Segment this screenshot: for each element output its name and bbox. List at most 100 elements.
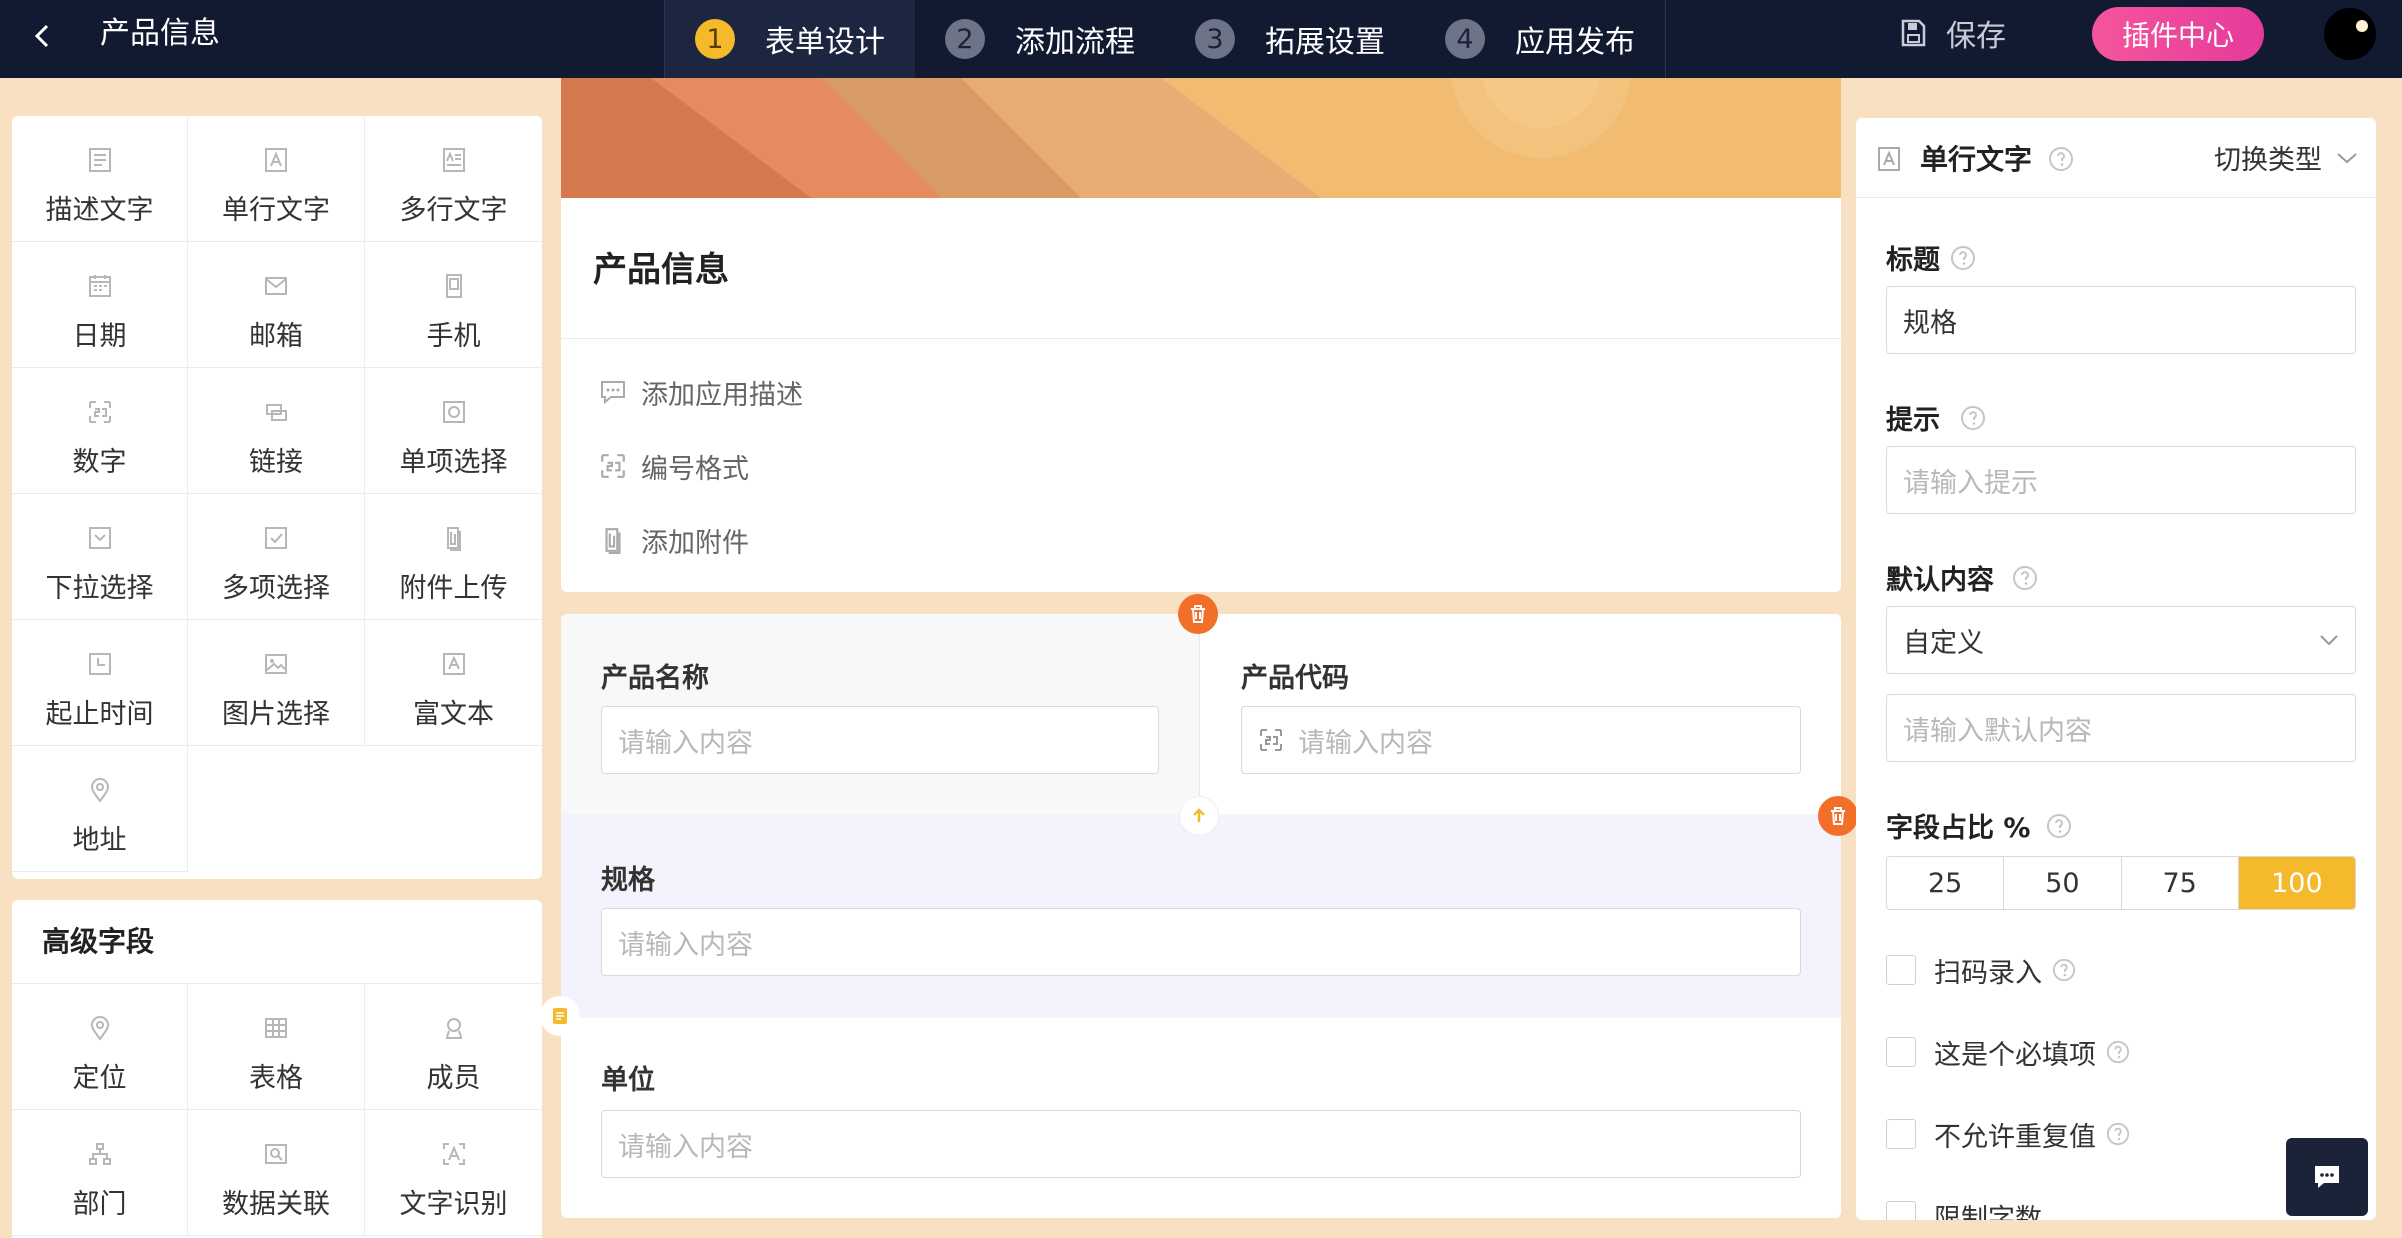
palette-item-label: 多项选择 xyxy=(222,573,330,604)
default-content-input[interactable]: 请输入默认内容 xyxy=(1886,694,2356,762)
palette-item-phone[interactable]: 手机 xyxy=(365,242,542,368)
scan-input-checkbox[interactable]: 扫码录入 xyxy=(1886,950,2076,990)
palette-item-attachment[interactable]: 附件上传 xyxy=(365,494,542,620)
palette-item-ocr[interactable]: 文字识别 xyxy=(365,1110,542,1236)
form-title[interactable]: 产品信息 xyxy=(593,242,729,291)
checkbox-box[interactable] xyxy=(1886,1119,1916,1149)
product-name-input[interactable]: 请输入内容 xyxy=(601,706,1159,774)
delete-selected-field-button[interactable] xyxy=(1818,796,1858,836)
palette-item-description[interactable]: 描述文字 xyxy=(12,116,188,242)
field-product-name[interactable]: 产品名称 请输入内容 xyxy=(561,614,1200,814)
ratio-option-25[interactable]: 25 xyxy=(1887,857,2005,909)
step-publish[interactable]: 4 应用发布 xyxy=(1415,0,1665,78)
trash-icon xyxy=(1831,807,1845,825)
delete-field-button[interactable] xyxy=(1178,594,1218,634)
chat-support-button[interactable] xyxy=(2286,1138,2368,1216)
default-mode-select[interactable]: 自定义 xyxy=(1886,606,2356,674)
help-icon[interactable] xyxy=(2012,565,2038,591)
input-placeholder: 请输入默认内容 xyxy=(1903,715,2092,747)
palette-item-data-link[interactable]: 数据关联 xyxy=(188,1110,365,1236)
location-pin-icon xyxy=(86,776,114,804)
textarea-icon xyxy=(440,146,468,174)
palette-item-multi-choice[interactable]: 多项选择 xyxy=(188,494,365,620)
help-icon[interactable] xyxy=(2106,1122,2130,1146)
help-icon[interactable] xyxy=(2046,813,2072,839)
limit-length-checkbox[interactable]: 限制字数 xyxy=(1886,1196,2042,1220)
palette-item-single-line[interactable]: 单行文字 xyxy=(188,116,365,242)
back-button[interactable] xyxy=(22,16,62,56)
step-form-design[interactable]: 1 表单设计 xyxy=(665,0,915,78)
palette-item-time-range[interactable]: 起止时间 xyxy=(12,620,188,746)
checkbox-box[interactable] xyxy=(1886,1037,1916,1067)
step-label: 应用发布 xyxy=(1515,25,1635,60)
palette-item-label: 手机 xyxy=(426,321,481,352)
palette-item-date[interactable]: 日期 xyxy=(12,242,188,368)
help-icon[interactable] xyxy=(2106,1040,2130,1064)
required-checkbox[interactable]: 这是个必填项 xyxy=(1886,1032,2130,1072)
palette-item-table[interactable]: 表格 xyxy=(188,984,365,1110)
palette-item-dropdown[interactable]: 下拉选择 xyxy=(12,494,188,620)
copy-field-button[interactable] xyxy=(540,996,580,1036)
palette-item-multi-line[interactable]: 多行文字 xyxy=(365,116,542,242)
palette-item-number[interactable]: 数字 xyxy=(12,368,188,494)
palette-item-rich-text[interactable]: 富文本 xyxy=(365,620,542,746)
help-icon[interactable] xyxy=(1960,405,1986,431)
help-icon[interactable] xyxy=(1950,245,1976,271)
field-label: 单位 xyxy=(601,1065,655,1096)
add-attachment-link[interactable]: 添加附件 xyxy=(599,520,749,560)
chevron-down-icon xyxy=(2320,635,2338,646)
phone-icon xyxy=(440,272,468,300)
palette-item-label: 文字识别 xyxy=(399,1189,508,1220)
save-button[interactable]: 保存 xyxy=(1900,10,2006,56)
input-placeholder: 请输入内容 xyxy=(618,929,753,961)
avatar[interactable] xyxy=(2324,8,2376,60)
no-duplicate-checkbox[interactable]: 不允许重复值 xyxy=(1886,1114,2130,1154)
advanced-field-palette: 高级字段 定位 表格 成员 部门 数据关联 文字识别 xyxy=(12,900,542,1238)
palette-item-label: 下拉选择 xyxy=(45,573,154,604)
title-input[interactable]: 规格 xyxy=(1886,286,2356,354)
palette-item-email[interactable]: 邮箱 xyxy=(188,242,365,368)
checkbox-box[interactable] xyxy=(1886,1201,1916,1220)
number-icon xyxy=(1260,729,1282,751)
add-app-description-link[interactable]: 添加应用描述 xyxy=(599,372,803,412)
copy-icon xyxy=(553,1008,567,1024)
ratio-option-75[interactable]: 75 xyxy=(2122,857,2239,909)
help-icon[interactable] xyxy=(2048,146,2074,176)
field-spec-selected[interactable]: 规格 请输入内容 xyxy=(561,814,1841,1018)
palette-item-image[interactable]: 图片选择 xyxy=(188,620,365,746)
palette-item-single-choice[interactable]: 单项选择 xyxy=(365,368,542,494)
input-placeholder: 请输入内容 xyxy=(618,727,753,759)
ratio-option-50[interactable]: 50 xyxy=(2004,857,2122,909)
palette-item-label: 链接 xyxy=(249,447,303,478)
palette-item-address[interactable]: 地址 xyxy=(12,746,188,872)
hint-input[interactable]: 请输入提示 xyxy=(1886,446,2356,514)
number-format-link[interactable]: 编号格式 xyxy=(599,446,749,486)
product-code-input[interactable]: 请输入内容 xyxy=(1241,706,1801,774)
ratio-option-100[interactable]: 100 xyxy=(2238,857,2355,909)
data-link-icon xyxy=(262,1140,290,1168)
spec-input[interactable]: 请输入内容 xyxy=(601,908,1801,976)
step-number: 1 xyxy=(695,19,735,59)
plugin-center-button[interactable]: 插件中心 xyxy=(2092,7,2264,61)
help-icon[interactable] xyxy=(2052,958,2076,982)
step-extend-settings[interactable]: 3 拓展设置 xyxy=(1165,0,1415,78)
table-icon xyxy=(262,1014,290,1042)
field-type-title: 单行文字 xyxy=(1920,143,2033,176)
palette-item-link[interactable]: 链接 xyxy=(188,368,365,494)
field-unit[interactable]: 单位 请输入内容 xyxy=(561,1018,1841,1218)
palette-item-label: 部门 xyxy=(72,1189,127,1220)
unit-input[interactable]: 请输入内容 xyxy=(601,1110,1801,1178)
move-up-button[interactable] xyxy=(1179,796,1219,836)
palette-item-member[interactable]: 成员 xyxy=(365,984,542,1110)
checkbox-box[interactable] xyxy=(1886,955,1916,985)
attachment-icon xyxy=(605,528,621,554)
comment-icon xyxy=(601,381,625,405)
step-add-flow[interactable]: 2 添加流程 xyxy=(915,0,1165,78)
field-ratio-segmented: 25 50 75 100 xyxy=(1886,856,2356,910)
palette-item-locate[interactable]: 定位 xyxy=(12,984,188,1110)
field-product-code[interactable]: 产品代码 请输入内容 xyxy=(1201,614,1841,814)
switch-type-dropdown[interactable]: 切换类型 xyxy=(2214,138,2358,177)
chevron-left-icon xyxy=(34,24,49,48)
user-icon xyxy=(440,1014,468,1042)
palette-item-department[interactable]: 部门 xyxy=(12,1110,188,1236)
